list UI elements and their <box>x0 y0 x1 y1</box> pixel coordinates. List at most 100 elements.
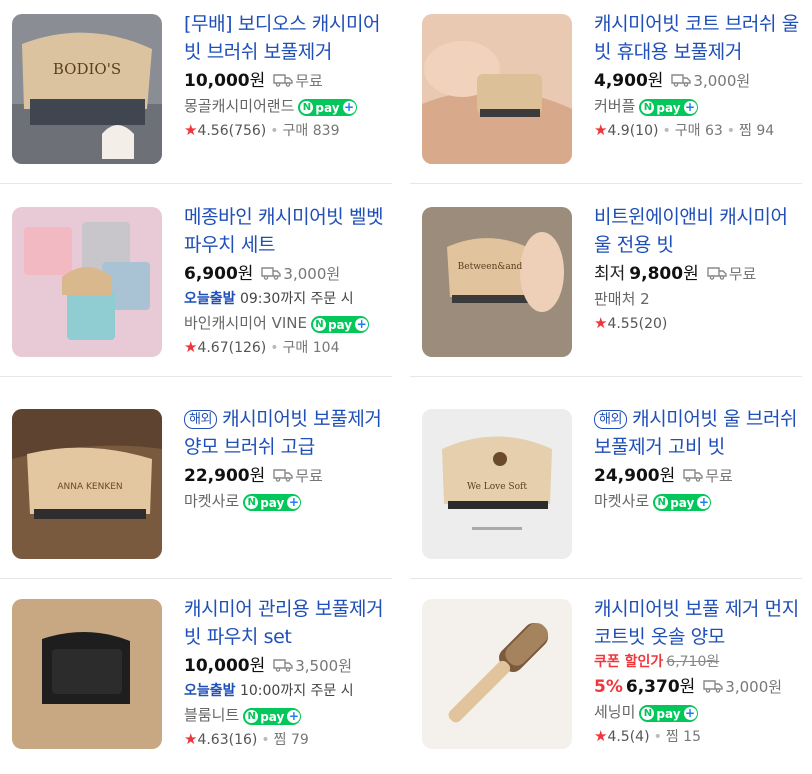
npay-badge: Npay + <box>243 708 302 725</box>
product-title-text: [무배] 보디오스 캐시미어 빗 브러쉬 보풀제거 <box>184 13 381 63</box>
seller-row: 바인캐시미어 VINE Npay + <box>184 311 390 335</box>
product-title-text: 캐시미어빗 코트 브러쉬 울빗 휴대용 보풀제거 <box>594 13 799 63</box>
product-thumbnail[interactable]: ANNA KENKEN <box>12 409 162 559</box>
delivery-truck-icon <box>703 675 723 693</box>
review-count[interactable]: (756) <box>229 123 267 139</box>
seller-name[interactable]: 커버플 <box>594 97 635 115</box>
separator-dot: • <box>662 123 671 139</box>
price-value: 6,370 <box>625 677 680 697</box>
npay-badge: Npay + <box>639 99 698 116</box>
meta-stat: 구매 63 <box>674 123 723 139</box>
delivery-truck-icon <box>261 262 282 280</box>
seller-name[interactable]: 마켓사로 <box>184 492 239 510</box>
meta-stat: 찜 15 <box>665 729 701 745</box>
svg-text:Between&and: Between&and <box>458 262 523 272</box>
product-title-link[interactable]: 해외 캐시미어빗 울 브러쉬 보풀제거 고비 빗 <box>594 405 800 461</box>
star-icon: ★ <box>184 730 198 748</box>
npay-plus-icon: + <box>287 495 301 509</box>
shipping-fee: 3,000원 <box>283 265 341 283</box>
product-card[interactable]: Between&and 비트윈에이앤비 캐시미어 울 전용 빗 최저 9,800원 무료… <box>410 193 802 377</box>
product-card[interactable]: 캐시미어빗 코트 브러쉬 울빗 휴대용 보풀제거 4,900원 3,000원 커버플 N… <box>410 0 802 184</box>
review-count[interactable]: (16) <box>229 732 258 748</box>
seller-name[interactable]: 판매처 2 <box>594 290 650 308</box>
product-thumbnail[interactable]: BODIO'S <box>12 14 162 164</box>
product-card[interactable]: We Love Soft 해외 캐시미어빗 울 브러쉬 보풀제거 고비 빗 24,9… <box>410 395 802 579</box>
product-thumbnail[interactable] <box>12 207 162 357</box>
seller-name[interactable]: 몽골캐시미어랜드 <box>184 97 294 115</box>
product-thumbnail[interactable] <box>12 599 162 749</box>
product-card[interactable]: 캐시미어빗 보풀 제거 먼지 코트빗 옷솔 양모 쿠폰 할인가 6,710원 5% 6,… <box>410 585 802 757</box>
seller-row: 판매처 2 <box>594 287 800 311</box>
product-title-link[interactable]: 해외 캐시미어빗 보풀제거 양모 브러쉬 고급 <box>184 405 390 461</box>
seller-row: 마켓사로 Npay + <box>594 489 800 513</box>
npay-n-icon: N <box>655 496 669 509</box>
original-price: 6,710원 <box>666 654 720 670</box>
overseas-badge: 해외 <box>594 410 628 429</box>
product-title-link[interactable]: 캐시미어 관리용 보풀제거 빗 파우치 set <box>184 595 390 651</box>
review-row: ★4.9(10) • 구매 63 • 찜 94 <box>594 118 800 143</box>
product-card[interactable]: 캐시미어 관리용 보풀제거 빗 파우치 set 10,000원 3,500원 오늘출발… <box>0 585 392 757</box>
product-info: 캐시미어빗 코트 브러쉬 울빗 휴대용 보풀제거 4,900원 3,000원 커버플 N… <box>594 10 800 143</box>
product-card[interactable]: 메종바인 캐시미어빗 벨벳 파우치 세트 6,900원 3,000원 오늘출발 09:… <box>0 193 392 377</box>
product-info: 캐시미어 관리용 보풀제거 빗 파우치 set 10,000원 3,500원 오늘출발… <box>184 595 390 752</box>
star-icon: ★ <box>594 727 608 745</box>
price-row: 22,900원 무료 <box>184 463 390 489</box>
npay-n-icon: N <box>641 101 655 114</box>
npay-label: pay <box>315 100 340 115</box>
price-value: 10,000 <box>184 656 250 676</box>
meta-stat: 찜 94 <box>739 123 775 139</box>
product-grid: BODIO'S [무배] 보디오스 캐시미어 빗 브러쉬 보풀제거 10,000원 무… <box>0 0 812 774</box>
shipping-fee: 무료 <box>705 467 733 485</box>
currency-unit: 원 <box>679 677 696 697</box>
dispatch-cutoff-text: 10:00까지 주문 시 <box>239 683 354 699</box>
meta-stat: 구매 839 <box>282 123 340 139</box>
today-dispatch-badge: 오늘출발 <box>184 683 236 699</box>
svg-text:We Love Soft: We Love Soft <box>467 482 527 492</box>
product-title-link[interactable]: 비트윈에이앤비 캐시미어 울 전용 빗 <box>594 203 800 259</box>
npay-plus-icon: + <box>355 317 369 331</box>
rating-value: 4.55 <box>607 316 639 332</box>
seller-name[interactable]: 바인캐시미어 VINE <box>184 314 307 332</box>
seller-row: 마켓사로 Npay + <box>184 489 390 513</box>
product-thumbnail[interactable]: We Love Soft <box>422 409 572 559</box>
review-row: ★4.56(756) • 구매 839 <box>184 118 390 143</box>
product-title-text: 캐시미어빗 보풀 제거 먼지 코트빗 옷솔 양모 <box>594 598 799 648</box>
review-count[interactable]: (126) <box>229 340 267 356</box>
review-count[interactable]: (4) <box>630 729 650 745</box>
rating-value: 4.5 <box>607 729 630 745</box>
seller-name[interactable]: 마켓사로 <box>594 492 649 510</box>
coupon-label: 쿠폰 할인가 <box>594 654 664 670</box>
product-title-link[interactable]: 캐시미어빗 코트 브러쉬 울빗 휴대용 보풀제거 <box>594 10 800 66</box>
seller-name[interactable]: 세닝미 <box>594 703 635 721</box>
npay-plus-icon: + <box>683 706 697 720</box>
star-icon: ★ <box>594 121 608 139</box>
price-row: 5% 6,370원 3,000원 <box>594 674 800 700</box>
product-info: 캐시미어빗 보풀 제거 먼지 코트빗 옷솔 양모 쿠폰 할인가 6,710원 5% 6,… <box>594 595 800 749</box>
seller-row: 커버플 Npay + <box>594 94 800 118</box>
npay-label: pay <box>656 100 681 115</box>
product-thumbnail[interactable] <box>422 14 572 164</box>
price-value: 22,900 <box>184 466 250 486</box>
price-row: 4,900원 3,000원 <box>594 68 800 94</box>
price-value: 10,000 <box>184 71 250 91</box>
product-title-link[interactable]: [무배] 보디오스 캐시미어 빗 브러쉬 보풀제거 <box>184 10 390 66</box>
npay-n-icon: N <box>300 101 314 114</box>
separator-dot: • <box>653 729 662 745</box>
delivery-row: 오늘출발 10:00까지 주문 시 <box>184 679 390 703</box>
npay-plus-icon: + <box>342 100 356 114</box>
product-title-link[interactable]: 메종바인 캐시미어빗 벨벳 파우치 세트 <box>184 203 390 259</box>
coupon-row: 쿠폰 할인가 6,710원 <box>594 651 800 672</box>
seller-name[interactable]: 블룸니트 <box>184 706 239 724</box>
review-count[interactable]: (10) <box>630 123 659 139</box>
currency-unit: 원 <box>237 264 254 284</box>
product-thumbnail[interactable] <box>422 599 572 749</box>
price-row: 10,000원 무료 <box>184 68 390 94</box>
product-thumbnail[interactable]: Between&and <box>422 207 572 357</box>
shipping-fee: 무료 <box>728 265 757 283</box>
price-value: 9,800 <box>629 264 684 284</box>
product-card[interactable]: ANNA KENKEN 해외 캐시미어빗 보풀제거 양모 브러쉬 고급 22,900원… <box>0 395 392 579</box>
product-title-link[interactable]: 캐시미어빗 보풀 제거 먼지 코트빗 옷솔 양모 <box>594 595 800 651</box>
product-card[interactable]: BODIO'S [무배] 보디오스 캐시미어 빗 브러쉬 보풀제거 10,000원 무… <box>0 0 392 184</box>
review-count[interactable]: (20) <box>639 316 668 332</box>
product-title-text: 메종바인 캐시미어빗 벨벳 파우치 세트 <box>184 206 384 256</box>
